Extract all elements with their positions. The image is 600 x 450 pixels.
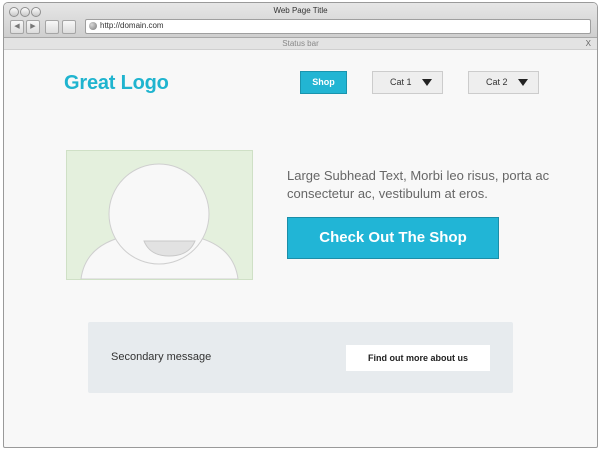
back-button[interactable]: ◀: [10, 20, 24, 34]
status-bar-text: Status bar: [282, 39, 319, 48]
site-logo[interactable]: Great Logo: [64, 72, 169, 95]
window-title: Web Page Title: [273, 6, 328, 15]
nav-cat1-dropdown[interactable]: Cat 1: [372, 71, 443, 94]
forward-button[interactable]: ▶: [26, 20, 40, 34]
globe-icon: [89, 22, 97, 30]
secondary-message: Secondary message: [111, 351, 212, 363]
chevron-down-icon: [422, 79, 432, 86]
chevron-down-icon: [518, 79, 528, 86]
secondary-panel: Secondary message Find out more about us: [88, 322, 513, 393]
nav-cat1-label: Cat 1: [390, 77, 412, 87]
find-out-more-button[interactable]: Find out more about us: [346, 345, 490, 371]
title-bar: Web Page Title ◀ ▶ http://domain.com: [4, 3, 597, 38]
hero-subhead: Large Subhead Text, Morbi leo risus, por…: [287, 168, 550, 201]
nav-shop-button[interactable]: Shop: [300, 71, 347, 94]
nav-cat2-label: Cat 2: [486, 77, 508, 87]
person-placeholder-icon: [80, 163, 239, 280]
url-bar[interactable]: http://domain.com: [85, 19, 591, 34]
back-arrow-icon: ◀: [14, 23, 20, 30]
status-bar-close-button[interactable]: X: [586, 38, 591, 49]
url-text: http://domain.com: [100, 21, 164, 30]
browser-window: Web Page Title ◀ ▶ http://domain.com Sta…: [3, 2, 598, 448]
nav-cat2-dropdown[interactable]: Cat 2: [468, 71, 539, 94]
toolbar-button-2[interactable]: [62, 20, 76, 34]
hero-image-placeholder: [66, 150, 253, 280]
status-bar: Status bar X: [4, 38, 597, 50]
toolbar-button-1[interactable]: [45, 20, 59, 34]
forward-arrow-icon: ▶: [30, 23, 36, 30]
check-out-shop-button[interactable]: Check Out The Shop: [287, 217, 499, 259]
